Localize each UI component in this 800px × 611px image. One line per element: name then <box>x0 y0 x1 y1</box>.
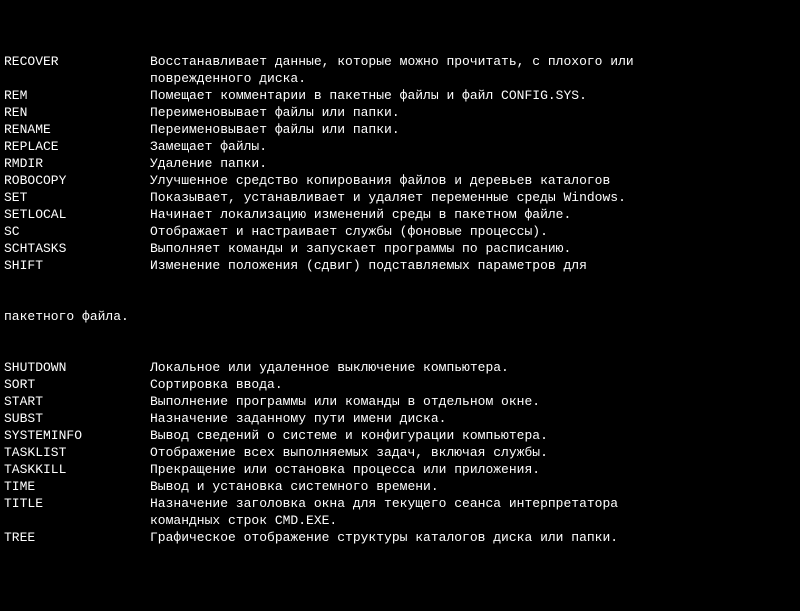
command-name: RMDIR <box>4 155 150 172</box>
command-description: Отображение всех выполняемых задач, вклю… <box>150 444 796 461</box>
command-row: SHIFTИзменение положения (сдвиг) подстав… <box>4 257 796 274</box>
shift-wrap-line: пакетного файла. <box>4 308 796 325</box>
command-row: SETПоказывает, устанавливает и удаляет п… <box>4 189 796 206</box>
command-description: Выполнение программы или команды в отдел… <box>150 393 796 410</box>
command-name: REM <box>4 87 150 104</box>
command-description-cont: командных строк CMD.EXE. <box>4 512 796 529</box>
terminal-output[interactable]: RECOVERВосстанавливает данные, которые м… <box>0 0 800 611</box>
command-description: Переименовывает файлы или папки. <box>150 121 796 138</box>
command-description: Сортировка ввода. <box>150 376 796 393</box>
command-row: ROBOCOPYУлучшенное средство копирования … <box>4 172 796 189</box>
command-description: Показывает, устанавливает и удаляет пере… <box>150 189 796 206</box>
command-row: RECOVERВосстанавливает данные, которые м… <box>4 53 796 70</box>
command-row: SCHTASKSВыполняет команды и запускает пр… <box>4 240 796 257</box>
command-description: Улучшенное средство копирования файлов и… <box>150 172 796 189</box>
command-description: Замещает файлы. <box>150 138 796 155</box>
command-row: RENПереименовывает файлы или папки. <box>4 104 796 121</box>
command-name: SET <box>4 189 150 206</box>
command-name: ROBOCOPY <box>4 172 150 189</box>
command-description: Прекращение или остановка процесса или п… <box>150 461 796 478</box>
command-name: REN <box>4 104 150 121</box>
command-name: RENAME <box>4 121 150 138</box>
command-row: TIMEВывод и установка системного времени… <box>4 478 796 495</box>
command-row: SHUTDOWNЛокальное или удаленное выключен… <box>4 359 796 376</box>
command-name: SHIFT <box>4 257 150 274</box>
command-row: SCОтображает и настраивает службы (фонов… <box>4 223 796 240</box>
command-row: TASKLISTОтображение всех выполняемых зад… <box>4 444 796 461</box>
command-name: TASKKILL <box>4 461 150 478</box>
command-row: SYSTEMINFOВывод сведений о системе и кон… <box>4 427 796 444</box>
command-row: SETLOCALНачинает локализацию изменений с… <box>4 206 796 223</box>
command-row: RENAMEПереименовывает файлы или папки. <box>4 121 796 138</box>
command-name: SHUTDOWN <box>4 359 150 376</box>
command-name: SYSTEMINFO <box>4 427 150 444</box>
command-name: TIME <box>4 478 150 495</box>
command-description: Восстанавливает данные, которые можно пр… <box>150 53 796 70</box>
command-name: SC <box>4 223 150 240</box>
command-row: TITLEНазначение заголовка окна для текущ… <box>4 495 796 512</box>
command-name: SETLOCAL <box>4 206 150 223</box>
command-description: Графическое отображение структуры катало… <box>150 529 796 546</box>
command-description: Назначение заголовка окна для текущего с… <box>150 495 796 512</box>
command-row: SORTСортировка ввода. <box>4 376 796 393</box>
command-description: Начинает локализацию изменений среды в п… <box>150 206 796 223</box>
command-description: Вывод сведений о системе и конфигурации … <box>150 427 796 444</box>
command-row: TASKKILLПрекращение или остановка процес… <box>4 461 796 478</box>
command-name: SORT <box>4 376 150 393</box>
command-row: RMDIRУдаление папки. <box>4 155 796 172</box>
command-row: STARTВыполнение программы или команды в … <box>4 393 796 410</box>
command-name: SCHTASKS <box>4 240 150 257</box>
command-description: Вывод и установка системного времени. <box>150 478 796 495</box>
command-row: SUBSTНазначение заданному пути имени дис… <box>4 410 796 427</box>
command-name: TREE <box>4 529 150 546</box>
command-description: Локальное или удаленное выключение компь… <box>150 359 796 376</box>
command-name: START <box>4 393 150 410</box>
command-description: Отображает и настраивает службы (фоновые… <box>150 223 796 240</box>
command-name: SUBST <box>4 410 150 427</box>
command-row: REPLACEЗамещает файлы. <box>4 138 796 155</box>
command-name: RECOVER <box>4 53 150 70</box>
command-description: Изменение положения (сдвиг) подставляемы… <box>150 257 796 274</box>
blank-line <box>4 580 796 597</box>
command-description: Выполняет команды и запускает программы … <box>150 240 796 257</box>
command-description: Помещает комментарии в пакетные файлы и … <box>150 87 796 104</box>
command-row: REMПомещает комментарии в пакетные файлы… <box>4 87 796 104</box>
command-name: TITLE <box>4 495 150 512</box>
command-description: Назначение заданному пути имени диска. <box>150 410 796 427</box>
command-description: Удаление папки. <box>150 155 796 172</box>
command-name: TASKLIST <box>4 444 150 461</box>
command-name: REPLACE <box>4 138 150 155</box>
command-description-cont: поврежденного диска. <box>4 70 796 87</box>
command-description: Переименовывает файлы или папки. <box>150 104 796 121</box>
command-row: TREEГрафическое отображение структуры ка… <box>4 529 796 546</box>
